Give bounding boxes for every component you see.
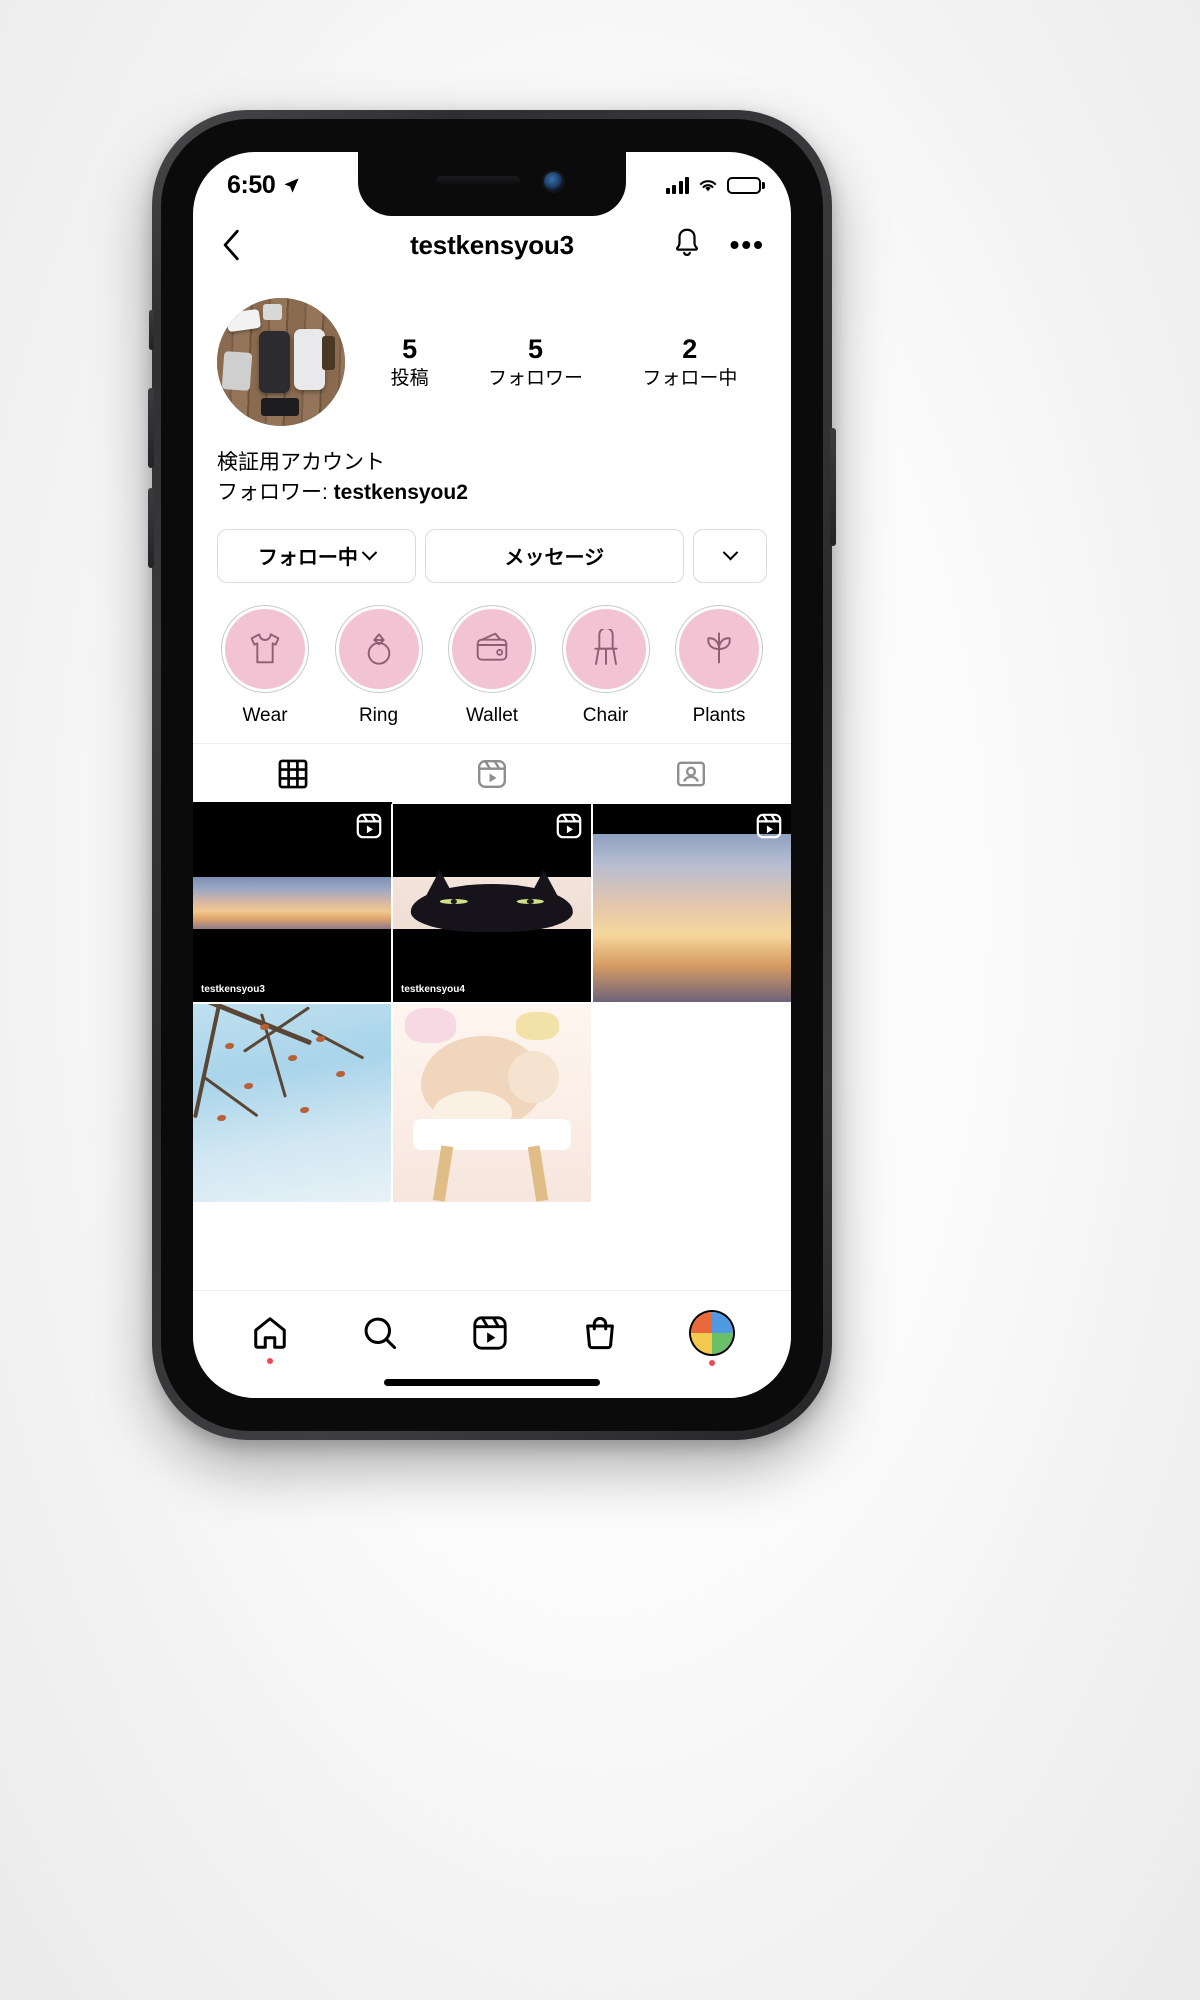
nav-search[interactable] [361,1314,399,1352]
reels-badge-icon [555,812,583,845]
reels-badge-icon [755,812,783,845]
shop-bag-icon [586,1316,614,1349]
highlight-wear-cover [221,604,309,693]
highlight-wallet-cover [448,604,536,693]
message-button[interactable]: メッセージ [424,528,684,583]
stat-following-label: フォロー中 [642,367,738,389]
profile-stats: 5 投稿 5 フォロワー 2 フォロー中 [345,334,767,391]
cellular-signal-icon [665,176,689,194]
profile-action-buttons: フォロー中 メッセージ [193,509,791,583]
status-time: 6:50 [227,170,276,199]
grid-empty-slot [593,1003,791,1202]
followed-by-username[interactable]: testkensyou2 [334,481,468,504]
tagged-icon [677,761,706,787]
stat-followers[interactable]: 5 フォロワー [488,334,583,391]
profile-tabs [193,742,791,804]
highlight-plants-cover [675,604,763,693]
back-button[interactable] [219,228,259,262]
phone-screen: 6:50 testkensyou3 ••• 5 投稿 5 フォロワー 2 フォロ… [193,152,791,1398]
highlight-chair-cover [561,604,650,693]
highlight-wear[interactable]: Wear [215,604,315,727]
highlight-chair[interactable]: Chair [556,604,656,727]
highlight-plants-label: Plants [692,704,746,726]
highlight-chair-label: Chair [582,704,629,726]
stat-following[interactable]: 2 フォロー中 [642,334,737,391]
reels-badge-icon [355,812,383,845]
app-scroll-area[interactable]: 6:50 testkensyou3 ••• 5 投稿 5 フォロワー 2 フォロ… [193,152,791,1290]
stat-posts-label: 投稿 [390,367,429,389]
grid-icon [278,759,308,789]
location-arrow-icon [284,177,300,193]
grid-post-4[interactable] [193,1003,391,1202]
followed-by-line: フォロワー: testkensyou2 [217,478,767,508]
following-button-label: フォロー中 [257,547,358,570]
status-bar: 6:50 [193,152,791,208]
highlight-plants[interactable]: Plants [669,604,769,727]
chevron-down-icon [722,545,738,561]
tab-tagged[interactable] [592,744,791,804]
chair-icon [593,628,618,665]
search-icon [364,1317,397,1349]
status-bar-right [665,167,765,194]
profile-bio: 検証用アカウント フォロワー: testkensyou2 [193,426,791,509]
wifi-icon [699,179,717,191]
wallet-icon [476,632,508,661]
profile-activity-dot [709,1359,715,1366]
stat-following-value: 2 [682,333,698,364]
highlight-wallet-label: Wallet [465,704,519,726]
nav-home[interactable] [251,1314,289,1364]
nav-shop[interactable] [581,1314,619,1352]
home-activity-dot [267,1357,273,1364]
following-button[interactable]: フォロー中 [217,528,416,583]
stat-posts-value: 5 [402,333,418,364]
reels-icon [477,759,506,788]
stat-followers-value: 5 [527,333,543,364]
stat-posts[interactable]: 5 投稿 [391,334,429,391]
bell-notification-icon[interactable] [672,227,702,264]
followed-by-prefix: フォロワー: [217,481,334,505]
volume-up-button[interactable] [148,388,154,468]
tab-grid[interactable] [193,744,393,804]
chevron-left-icon [223,229,239,261]
more-options-button[interactable]: ••• [730,231,765,259]
stat-followers-label: フォロワー [487,367,583,389]
profile-info-section: 5 投稿 5 フォロワー 2 フォロー中 [193,282,791,426]
plant-icon [707,632,731,664]
power-button[interactable] [830,428,836,546]
highlight-wallet[interactable]: Wallet [442,604,542,727]
highlight-ring-cover [334,604,423,693]
grid-post-5[interactable] [393,1003,591,1202]
volume-down-button[interactable] [148,488,154,568]
phone-device: 6:50 testkensyou3 ••• 5 投稿 5 フォロワー 2 フォロ… [148,110,836,1440]
tshirt-icon [250,633,280,664]
nav-reels[interactable] [471,1314,509,1352]
grid-post-1[interactable]: testkensyou3 [193,803,391,1002]
post-grid: testkensyou3 testkensyou4 [193,803,791,1202]
silent-switch[interactable] [149,310,154,350]
battery-full-icon [727,176,765,194]
message-button-label: メッセージ [504,547,605,570]
post-2-tag: testkensyou4 [401,983,465,995]
bio-display-name: 検証用アカウント [217,451,385,474]
nav-actions: ••• [672,227,765,264]
nav-profile[interactable] [691,1311,733,1366]
grid-post-2[interactable]: testkensyou4 [393,803,591,1002]
profile-avatar[interactable] [217,298,345,426]
reels-icon [473,1315,507,1350]
profile-nav-bar: testkensyou3 ••• [193,208,791,282]
highlight-ring[interactable]: Ring [329,604,429,727]
home-indicator[interactable] [384,1379,600,1386]
chevron-down-icon [361,545,378,561]
highlight-wear-label: Wear [242,704,288,726]
profile-avatar-icon [691,1311,733,1354]
home-icon [254,1316,286,1349]
story-highlights: Wear Ring Wallet Chair Plants [193,583,791,727]
highlight-ring-label: Ring [358,704,399,726]
status-bar-left: 6:50 [227,161,301,200]
grid-post-3[interactable] [593,803,791,1002]
tab-reels[interactable] [392,744,591,804]
post-1-tag: testkensyou3 [201,983,265,995]
ring-icon [367,633,390,665]
suggested-users-button[interactable] [693,528,767,583]
